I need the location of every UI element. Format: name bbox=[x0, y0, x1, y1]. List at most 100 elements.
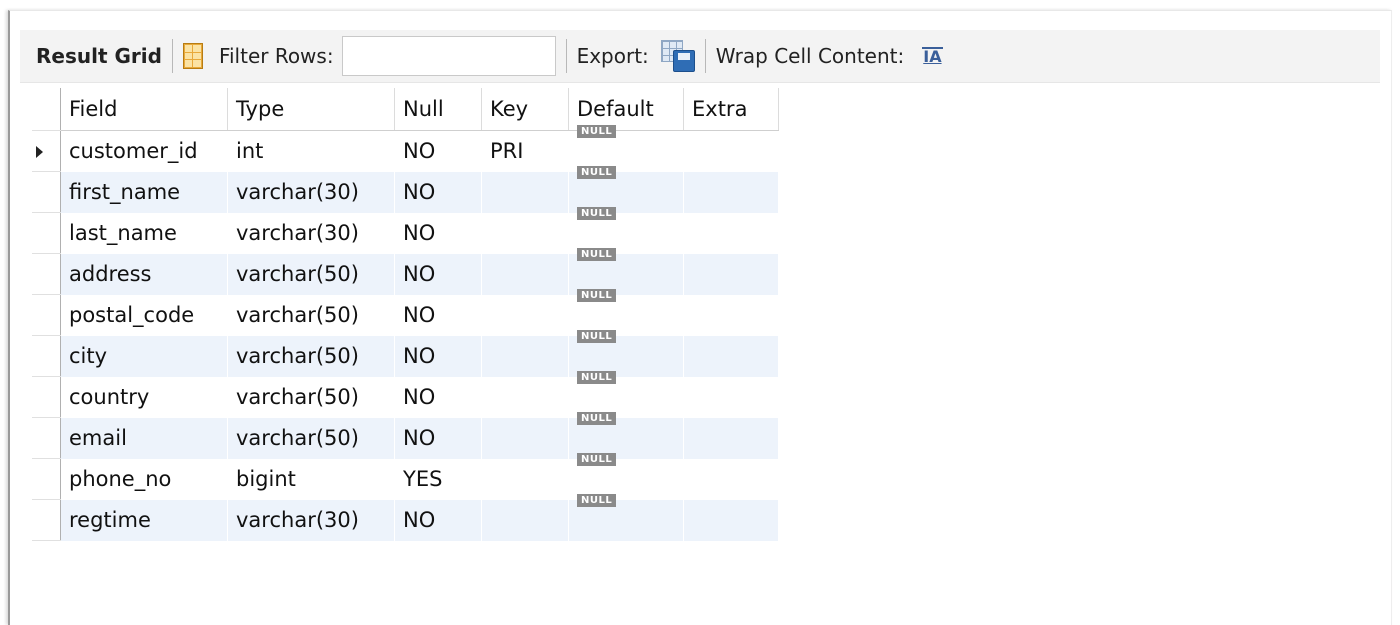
row-selector[interactable] bbox=[32, 294, 61, 336]
row-selector[interactable] bbox=[32, 335, 61, 377]
null-badge: NULL bbox=[577, 207, 617, 220]
export-label: Export: bbox=[576, 44, 649, 68]
cell-field[interactable]: first_name bbox=[60, 171, 228, 213]
toolbar-separator bbox=[565, 39, 567, 73]
cell-field[interactable]: country bbox=[60, 376, 228, 418]
cell-null[interactable]: NO bbox=[394, 294, 482, 336]
toolbar-separator bbox=[171, 39, 173, 73]
cell-type[interactable]: varchar(30) bbox=[227, 499, 395, 541]
table-row[interactable]: regtime varchar(30) NO NULL bbox=[32, 494, 779, 541]
cell-null[interactable]: NO bbox=[394, 499, 482, 541]
row-selector[interactable] bbox=[32, 253, 61, 295]
cell-null[interactable]: NO bbox=[394, 171, 482, 213]
result-grid-table: Field Type Null Key Default Extra custom… bbox=[32, 88, 779, 541]
cell-field[interactable]: phone_no bbox=[60, 458, 228, 500]
cell-field[interactable]: email bbox=[60, 417, 228, 459]
cell-field[interactable]: address bbox=[60, 253, 228, 295]
row-selector[interactable] bbox=[32, 212, 61, 254]
result-toolbar: Result Grid Filter Rows: Export: Wrap Ce… bbox=[20, 30, 1380, 83]
filter-rows-input[interactable] bbox=[341, 36, 556, 76]
toolbar-separator bbox=[704, 39, 706, 73]
table-row[interactable]: city varchar(50) NO NULL bbox=[32, 330, 779, 377]
cell-field[interactable]: last_name bbox=[60, 212, 228, 254]
cell-extra[interactable] bbox=[683, 417, 779, 459]
cell-extra[interactable] bbox=[683, 253, 779, 295]
cell-null[interactable]: NO bbox=[394, 130, 482, 172]
cell-key[interactable]: PRI bbox=[481, 130, 569, 172]
cell-field[interactable]: city bbox=[60, 335, 228, 377]
export-save-icon[interactable] bbox=[660, 40, 695, 72]
cell-key[interactable] bbox=[481, 376, 569, 418]
table-row[interactable]: last_name varchar(30) NO NULL bbox=[32, 207, 779, 254]
grid-view-icon[interactable] bbox=[182, 43, 203, 69]
table-row[interactable]: postal_code varchar(50) NO NULL bbox=[32, 289, 779, 336]
row-selector[interactable] bbox=[32, 171, 61, 213]
cell-key[interactable] bbox=[481, 417, 569, 459]
row-selector[interactable] bbox=[32, 417, 61, 459]
column-header-default[interactable]: Default bbox=[568, 88, 684, 131]
cell-null[interactable]: NO bbox=[394, 335, 482, 377]
table-row[interactable]: address varchar(50) NO NULL bbox=[32, 248, 779, 295]
cell-default[interactable]: NULL bbox=[568, 494, 684, 541]
cell-key[interactable] bbox=[481, 253, 569, 295]
cell-field[interactable]: regtime bbox=[60, 499, 228, 541]
row-selector[interactable] bbox=[32, 458, 61, 500]
wrap-cell-content-label: Wrap Cell Content: bbox=[715, 44, 905, 68]
cell-null[interactable]: NO bbox=[394, 376, 482, 418]
column-header-type[interactable]: Type bbox=[227, 88, 395, 131]
row-selector[interactable] bbox=[32, 499, 61, 541]
null-badge: NULL bbox=[577, 412, 617, 425]
cell-type[interactable]: varchar(30) bbox=[227, 212, 395, 254]
null-badge: NULL bbox=[577, 248, 617, 261]
cell-key[interactable] bbox=[481, 458, 569, 500]
null-badge: NULL bbox=[577, 453, 617, 466]
cell-key[interactable] bbox=[481, 212, 569, 254]
table-row[interactable]: country varchar(50) NO NULL bbox=[32, 371, 779, 418]
cell-type[interactable]: varchar(30) bbox=[227, 171, 395, 213]
cell-field[interactable]: customer_id bbox=[60, 130, 228, 172]
result-grid-title: Result Grid bbox=[36, 44, 162, 68]
cell-extra[interactable] bbox=[683, 458, 779, 500]
cell-field[interactable]: postal_code bbox=[60, 294, 228, 336]
cell-extra[interactable] bbox=[683, 335, 779, 377]
cell-key[interactable] bbox=[481, 171, 569, 213]
cell-type[interactable]: bigint bbox=[227, 458, 395, 500]
cell-type[interactable]: varchar(50) bbox=[227, 294, 395, 336]
header-row: Field Type Null Key Default Extra bbox=[32, 88, 779, 131]
null-badge: NULL bbox=[577, 125, 617, 139]
row-pointer-icon bbox=[36, 146, 43, 158]
cell-null[interactable]: YES bbox=[394, 458, 482, 500]
cell-extra[interactable] bbox=[683, 294, 779, 336]
cell-type[interactable]: varchar(50) bbox=[227, 335, 395, 377]
table-row[interactable]: phone_no bigint YES NULL bbox=[32, 453, 779, 500]
cell-key[interactable] bbox=[481, 294, 569, 336]
null-badge: NULL bbox=[577, 371, 617, 384]
column-header-key[interactable]: Key bbox=[481, 88, 569, 131]
column-header-field[interactable]: Field bbox=[60, 88, 228, 131]
cell-key[interactable] bbox=[481, 499, 569, 541]
row-selector[interactable] bbox=[32, 130, 61, 172]
null-badge: NULL bbox=[577, 289, 617, 302]
row-header-gutter bbox=[32, 88, 61, 131]
cell-type[interactable]: varchar(50) bbox=[227, 253, 395, 295]
column-header-null[interactable]: Null bbox=[394, 88, 482, 131]
row-selector[interactable] bbox=[32, 376, 61, 418]
cell-type[interactable]: varchar(50) bbox=[227, 417, 395, 459]
cell-extra[interactable] bbox=[683, 130, 779, 172]
cell-extra[interactable] bbox=[683, 212, 779, 254]
null-badge: NULL bbox=[577, 330, 617, 343]
table-row[interactable]: first_name varchar(30) NO NULL bbox=[32, 166, 779, 213]
table-row[interactable]: email varchar(50) NO NULL bbox=[32, 412, 779, 459]
cell-extra[interactable] bbox=[683, 499, 779, 541]
cell-null[interactable]: NO bbox=[394, 253, 482, 295]
cell-type[interactable]: varchar(50) bbox=[227, 376, 395, 418]
cell-null[interactable]: NO bbox=[394, 417, 482, 459]
cell-null[interactable]: NO bbox=[394, 212, 482, 254]
table-row[interactable]: customer_id int NO PRI NULL bbox=[32, 125, 779, 172]
wrap-text-icon[interactable]: IA bbox=[922, 47, 943, 65]
cell-type[interactable]: int bbox=[227, 130, 395, 172]
column-header-extra[interactable]: Extra bbox=[683, 88, 779, 131]
cell-extra[interactable] bbox=[683, 376, 779, 418]
cell-key[interactable] bbox=[481, 335, 569, 377]
cell-extra[interactable] bbox=[683, 171, 779, 213]
